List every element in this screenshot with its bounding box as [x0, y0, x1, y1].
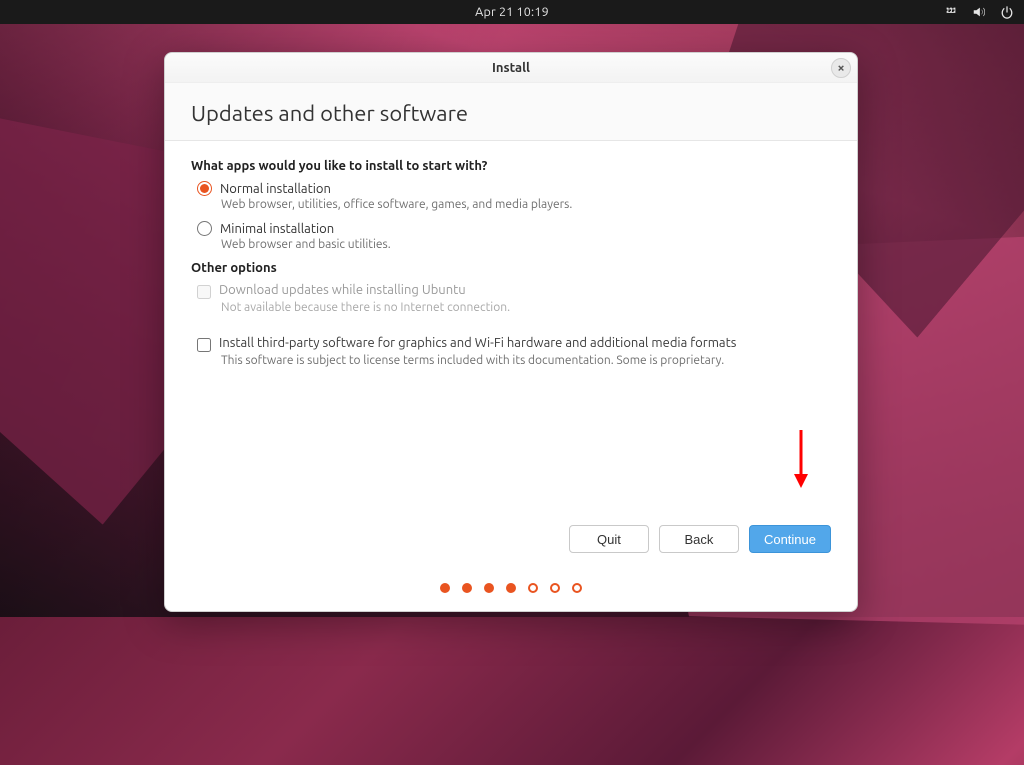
volume-icon[interactable] — [972, 5, 986, 19]
progress-dot — [550, 583, 560, 593]
quit-button[interactable]: Quit — [569, 525, 649, 553]
checkbox-download-label: Download updates while installing Ubuntu — [219, 283, 466, 297]
checkbox-third-party-note: This software is subject to license term… — [221, 354, 831, 367]
other-options-heading: Other options — [191, 261, 831, 275]
system-tray — [944, 0, 1014, 24]
radio-normal-installation[interactable]: Normal installation — [197, 181, 831, 196]
dialog-titlebar: Install × — [165, 53, 857, 83]
close-button[interactable]: × — [831, 58, 851, 78]
power-icon[interactable] — [1000, 5, 1014, 19]
progress-dot — [506, 583, 516, 593]
continue-button[interactable]: Continue — [749, 525, 831, 553]
progress-dot — [528, 583, 538, 593]
dialog-heading-area: Updates and other software — [165, 83, 857, 141]
dialog-body: What apps would you like to install to s… — [165, 141, 857, 513]
checkbox-download-note: Not available because there is no Intern… — [221, 301, 831, 314]
progress-dots — [165, 569, 857, 611]
radio-minimal-input[interactable] — [197, 221, 212, 236]
checkbox-download-updates: Download updates while installing Ubuntu — [197, 283, 831, 299]
checkbox-third-party-input[interactable] — [197, 338, 211, 352]
radio-normal-label: Normal installation — [220, 182, 331, 196]
radio-minimal-installation[interactable]: Minimal installation — [197, 221, 831, 236]
dialog-title: Install — [492, 61, 530, 75]
clock[interactable]: Apr 21 10:19 — [475, 5, 549, 19]
dialog-button-row: Quit Back Continue — [165, 513, 857, 569]
question-label: What apps would you like to install to s… — [191, 159, 831, 173]
progress-dot — [484, 583, 494, 593]
top-bar: Apr 21 10:19 — [0, 0, 1024, 24]
radio-normal-desc: Web browser, utilities, office software,… — [221, 198, 831, 211]
radio-minimal-desc: Web browser and basic utilities. — [221, 238, 831, 251]
radio-normal-input[interactable] — [197, 181, 212, 196]
progress-dot — [462, 583, 472, 593]
progress-dot — [440, 583, 450, 593]
page-heading: Updates and other software — [191, 101, 831, 126]
checkbox-third-party[interactable]: Install third-party software for graphic… — [197, 336, 831, 352]
progress-dot — [572, 583, 582, 593]
back-button[interactable]: Back — [659, 525, 739, 553]
install-dialog: Install × Updates and other software Wha… — [164, 52, 858, 612]
network-icon[interactable] — [944, 5, 958, 19]
checkbox-third-party-label: Install third-party software for graphic… — [219, 336, 736, 350]
radio-minimal-label: Minimal installation — [220, 222, 334, 236]
checkbox-download-input — [197, 285, 211, 299]
close-icon: × — [837, 61, 844, 75]
